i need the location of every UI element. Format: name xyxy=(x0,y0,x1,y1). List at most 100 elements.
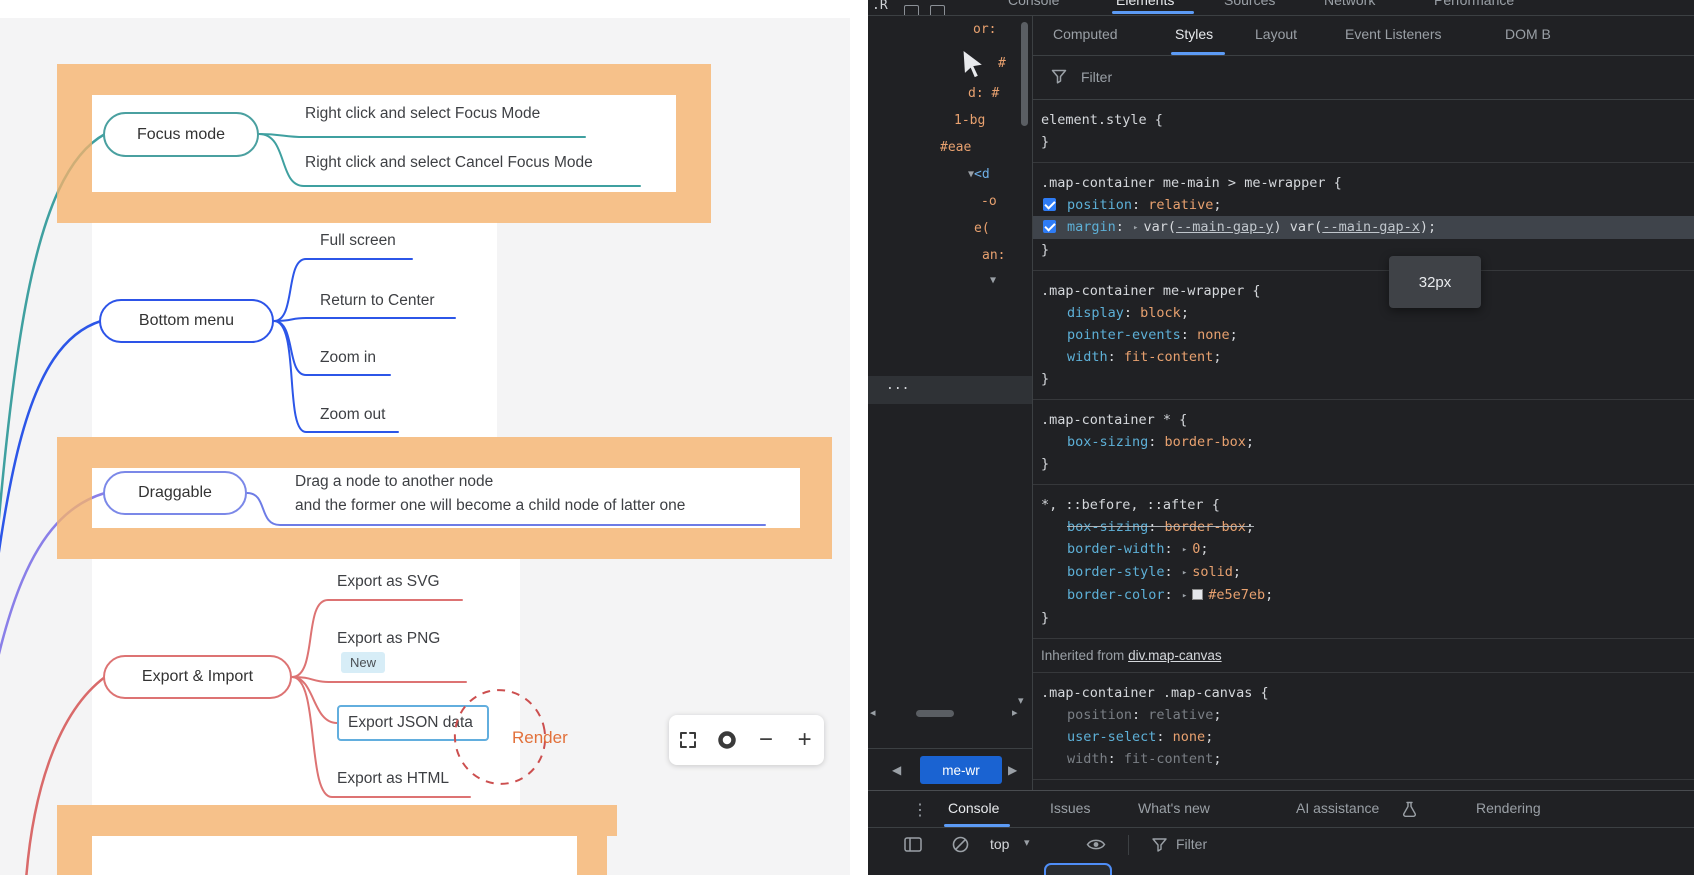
inspect-icon[interactable] xyxy=(904,5,919,15)
dom-tree-text[interactable]: an: xyxy=(982,248,1005,263)
filter-funnel-icon[interactable] xyxy=(1152,838,1167,852)
topic-export-child[interactable]: Export as HTML xyxy=(337,769,449,788)
topic-focus-child[interactable]: Right click and select Focus Mode xyxy=(305,104,540,123)
topic-bottom-child[interactable]: Full screen xyxy=(320,231,396,250)
css-property-value[interactable]: block xyxy=(1140,305,1181,321)
css-var-link[interactable]: --main-gap-y xyxy=(1176,219,1274,235)
tab-styles[interactable]: Styles xyxy=(1175,26,1213,42)
css-property-value[interactable]: none xyxy=(1197,327,1230,343)
topic-focus-child[interactable]: Right click and select Cancel Focus Mode xyxy=(305,153,593,172)
css-property-value[interactable]: #e5e7eb xyxy=(1208,587,1265,603)
css-property-name[interactable]: display xyxy=(1067,305,1124,321)
dom-tag-text[interactable]: <d xyxy=(974,167,990,182)
css-property-name[interactable]: user-select xyxy=(1067,729,1156,745)
rule-map-canvas[interactable]: .map-container .map-canvas { position: r… xyxy=(1033,673,1694,780)
margin-declaration-highlighted[interactable]: margin: ▸ var(--main-gap-y) var(--main-ga… xyxy=(1033,216,1694,239)
clear-console-icon[interactable] xyxy=(952,836,969,853)
node-bottom-menu[interactable]: Bottom menu xyxy=(99,299,274,343)
rule-map-container-all[interactable]: .map-container * { box-sizing: border-bo… xyxy=(1033,400,1694,485)
dom-tree-text[interactable]: -o xyxy=(981,194,997,209)
node-export-import[interactable]: Export & Import xyxy=(103,655,292,699)
scroll-down-icon[interactable]: ▾ xyxy=(1018,694,1024,707)
css-property-name[interactable]: border-style xyxy=(1067,564,1165,580)
rule-element-style[interactable]: element.style { } xyxy=(1033,100,1694,163)
expand-arrow-icon[interactable]: ▸ xyxy=(1182,545,1187,555)
dom-tree-text[interactable]: # xyxy=(998,56,1006,71)
tab-console[interactable]: Console xyxy=(1008,0,1059,13)
chevron-down-icon[interactable]: ▾ xyxy=(1024,836,1030,849)
rule-selector[interactable]: .map-container me-main > me-wrapper xyxy=(1041,175,1325,191)
dom-tree-more[interactable]: ... xyxy=(886,378,909,393)
expand-arrow-icon[interactable]: ▸ xyxy=(1182,591,1187,601)
kebab-menu-icon[interactable]: ⋮ xyxy=(912,800,928,820)
tab-dom-breakpoints[interactable]: DOM B xyxy=(1505,26,1551,42)
drawer-tab-issues[interactable]: Issues xyxy=(1050,800,1090,816)
rule-selector[interactable]: element.style xyxy=(1041,112,1147,128)
drawer-tab-whats-new[interactable]: What's new xyxy=(1138,800,1210,816)
css-property-name[interactable]: box-sizing xyxy=(1067,434,1148,450)
fullscreen-button[interactable] xyxy=(671,722,705,758)
scroll-right-icon[interactable]: ▸ xyxy=(1012,706,1018,719)
rule-selector[interactable]: .map-container me-wrapper xyxy=(1041,283,1244,299)
node-draggable[interactable]: Draggable xyxy=(103,471,247,515)
dom-tree-text[interactable]: e( xyxy=(974,221,990,236)
topic-bottom-child[interactable]: Zoom out xyxy=(320,405,385,424)
css-property-name[interactable]: border-width xyxy=(1067,541,1165,557)
tab-layout[interactable]: Layout xyxy=(1255,26,1297,42)
color-swatch[interactable] xyxy=(1192,589,1204,600)
dom-tree-text[interactable]: or: xyxy=(973,22,996,37)
horizontal-scrollbar-thumb[interactable] xyxy=(916,710,954,717)
drawer-tab-rendering[interactable]: Rendering xyxy=(1476,800,1541,816)
drawer-tab-console[interactable]: Console xyxy=(948,800,999,816)
css-property-value[interactable]: border-box xyxy=(1165,434,1246,450)
expand-arrow-icon[interactable]: ▼ xyxy=(990,275,996,286)
tab-computed[interactable]: Computed xyxy=(1053,26,1118,42)
eye-icon[interactable] xyxy=(1086,837,1106,852)
css-property-value[interactable]: relative xyxy=(1148,197,1213,213)
breadcrumb-selected-node[interactable]: me-wr xyxy=(920,756,1002,784)
non-inherited-declaration[interactable]: width: fit-content; xyxy=(1041,748,1686,770)
css-property-name[interactable]: margin xyxy=(1067,219,1116,235)
device-toolbar-icon[interactable] xyxy=(930,5,945,15)
topic-drag-child[interactable]: Drag a node to another node xyxy=(295,472,493,491)
focused-input-fragment[interactable] xyxy=(1044,863,1112,875)
center-locate-button[interactable] xyxy=(710,722,744,758)
crumb-scroll-right-icon[interactable]: ▶ xyxy=(1008,763,1017,777)
css-property-value[interactable]: fit-content xyxy=(1124,349,1213,365)
css-property-name[interactable]: border-color xyxy=(1067,587,1165,603)
css-property-value[interactable]: solid xyxy=(1192,564,1233,580)
non-inherited-declaration[interactable]: position: relative; xyxy=(1041,704,1686,726)
css-property-value[interactable]: none xyxy=(1173,729,1206,745)
rule-selector[interactable]: *, ::before, ::after xyxy=(1041,497,1204,513)
css-property-name[interactable]: position xyxy=(1067,197,1132,213)
zoom-in-button[interactable]: + xyxy=(788,722,822,758)
context-selector[interactable]: top xyxy=(990,836,1009,852)
topic-bottom-child[interactable]: Return to Center xyxy=(320,291,435,310)
topic-bottom-child[interactable]: Zoom in xyxy=(320,348,376,367)
topic-export-child[interactable]: Export as SVG xyxy=(337,572,440,591)
styles-filter-input[interactable]: Filter xyxy=(1081,69,1112,85)
tab-event-listeners[interactable]: Event Listeners xyxy=(1345,26,1442,42)
tab-sources[interactable]: Sources xyxy=(1224,0,1275,13)
rule-selector[interactable]: .map-container .map-canvas xyxy=(1041,685,1252,701)
sidebar-toggle-icon[interactable] xyxy=(904,837,922,852)
expand-arrow-icon[interactable]: ▸ xyxy=(1182,568,1187,578)
css-property-name[interactable]: pointer-events xyxy=(1067,327,1181,343)
zoom-out-button[interactable]: − xyxy=(749,722,783,758)
scroll-left-icon[interactable]: ◂ xyxy=(870,706,876,719)
rule-me-wrapper[interactable]: .map-container me-wrapper { display: blo… xyxy=(1033,271,1694,400)
drawer-tab-ai-assistance[interactable]: AI assistance xyxy=(1296,800,1379,816)
topic-export-child[interactable]: Export as PNG xyxy=(337,629,440,648)
console-filter-input[interactable]: Filter xyxy=(1176,836,1207,852)
node-focus-mode[interactable]: Focus mode xyxy=(103,112,259,157)
rule-selector[interactable]: .map-container * xyxy=(1041,412,1171,428)
rule-universal[interactable]: *, ::before, ::after { box-sizing: borde… xyxy=(1033,485,1694,639)
dom-tree-node[interactable]: ▼<d xyxy=(968,167,990,182)
topic-drag-child[interactable]: and the former one will become a child n… xyxy=(295,496,685,515)
inherited-node-link[interactable]: div.map-canvas xyxy=(1128,648,1222,663)
topic-export-json-selected[interactable]: Export JSON data xyxy=(337,705,489,741)
dom-tree-text[interactable]: #eae xyxy=(940,140,971,155)
tab-network[interactable]: Network xyxy=(1324,0,1375,13)
css-property-name[interactable]: width xyxy=(1067,349,1108,365)
expand-arrow-icon[interactable]: ▸ xyxy=(1133,223,1138,233)
